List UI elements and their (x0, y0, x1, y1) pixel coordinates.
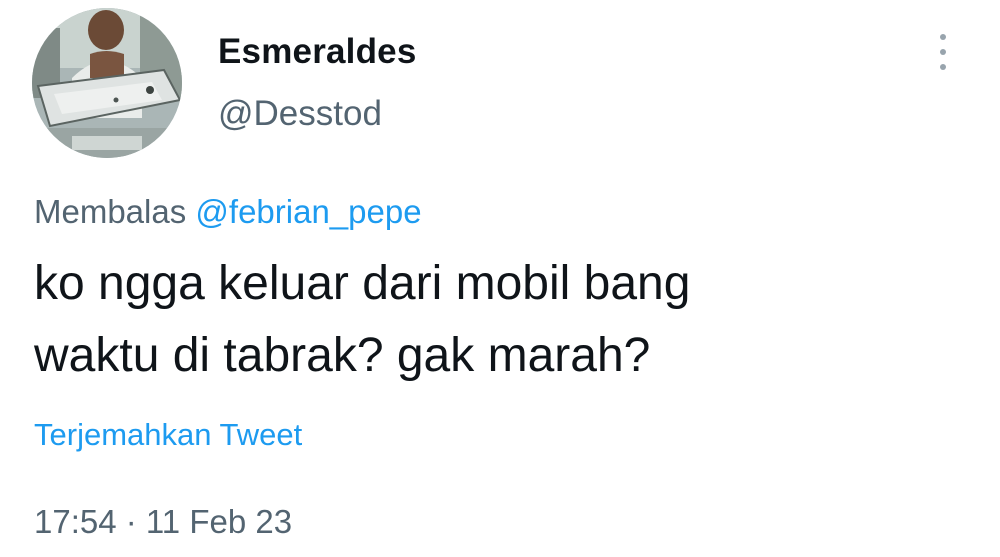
avatar[interactable] (32, 8, 182, 158)
display-name[interactable]: Esmeraldes (218, 32, 417, 72)
reply-mention-link[interactable]: @febrian_pepe (195, 193, 421, 230)
reply-context: Membalas @febrian_pepe (34, 193, 422, 231)
profile-photo-image (32, 8, 182, 158)
tweet-text-line: waktu di tabrak? gak marah? (34, 329, 651, 382)
tweet-text: ko ngga keluar dari mobil bang waktu di … (34, 248, 954, 392)
more-options-button[interactable] (928, 30, 958, 74)
tweet-text-line: ko ngga keluar dari mobil bang (34, 257, 691, 310)
user-handle[interactable]: @Desstod (218, 94, 382, 134)
more-vertical-icon (940, 34, 946, 40)
more-vertical-icon-dot (940, 49, 946, 55)
reply-prefix: Membalas (34, 193, 187, 230)
tweet-card: Esmeraldes @Desstod Membalas @febrian_pe… (0, 0, 1000, 557)
tweet-timestamp[interactable]: 17:54 · 11 Feb 23 (34, 503, 292, 541)
translate-tweet-link[interactable]: Terjemahkan Tweet (34, 417, 302, 453)
more-vertical-icon-dot (940, 64, 946, 70)
